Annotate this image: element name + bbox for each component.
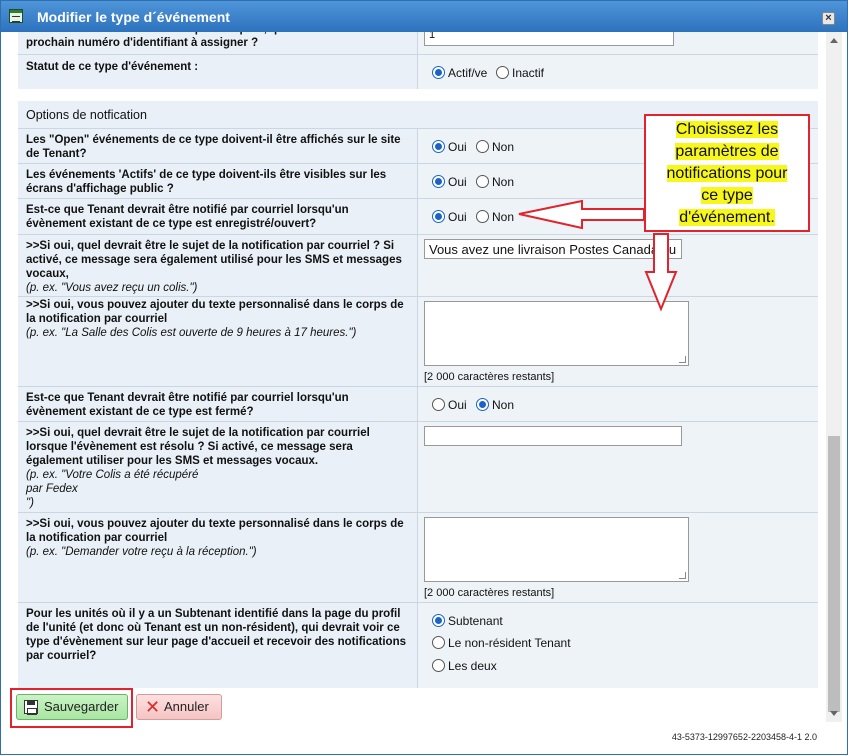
edit-event-type-dialog: Modifier le type d´événement × Si vous d… [0,0,848,755]
version-string: 43-5373-12997652-2203458-4-1 2.0 [671,732,817,742]
save-button[interactable]: Sauvegarder [16,694,128,720]
close-x-icon: ✕ [145,697,161,717]
callout-line: Choisissez les [675,121,779,138]
annotation-callout: Choisissez les paramètres de notificatio… [644,114,810,232]
arrow-down-icon [644,233,678,312]
callout-line: d'événement. [679,209,775,226]
callout-line: paramètres de [675,143,779,160]
callout-line: ce type [701,187,753,204]
arrow-left-icon [518,199,645,230]
callout-line: notifications pour [666,165,788,182]
floppy-disk-icon [24,700,38,715]
cancel-button[interactable]: ✕ Annuler [136,694,222,720]
